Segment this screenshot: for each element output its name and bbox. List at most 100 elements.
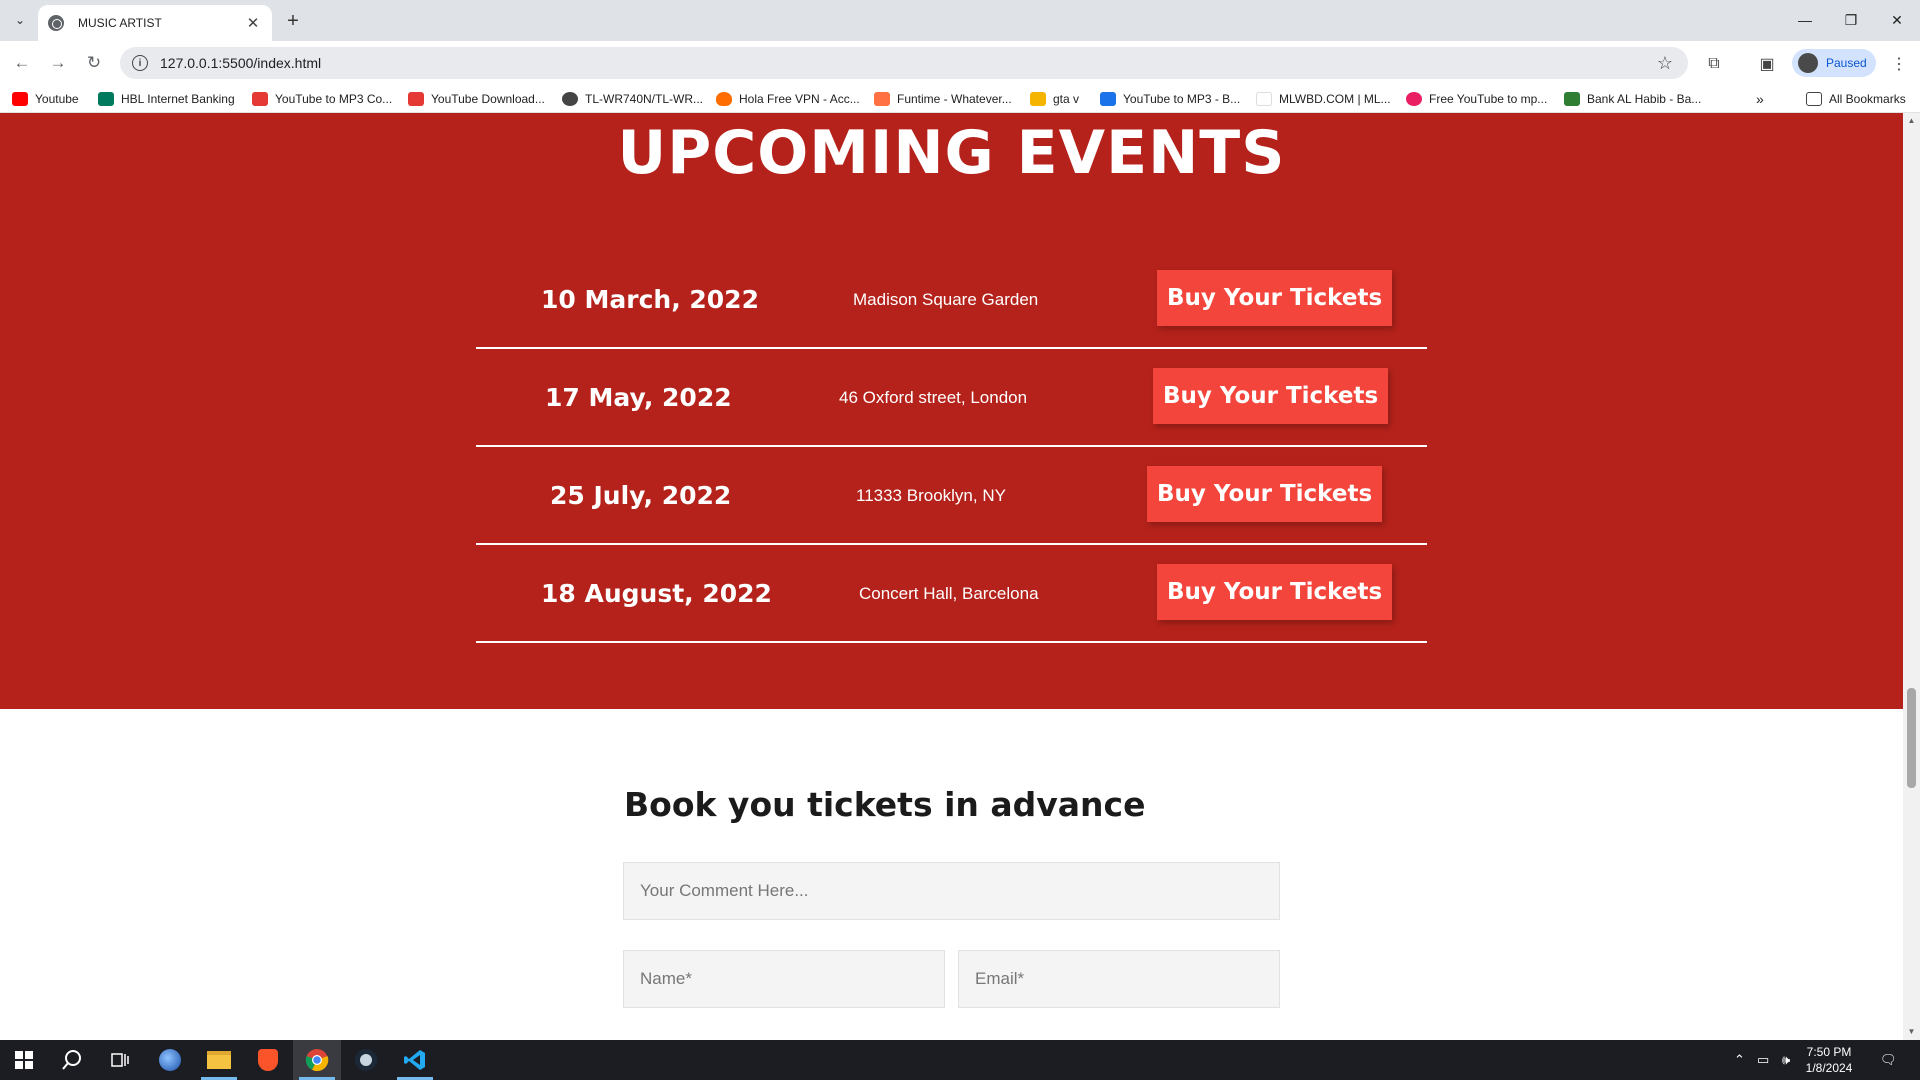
search-button[interactable] <box>48 1040 96 1080</box>
browser-tab[interactable]: MUSIC ARTIST ✕ <box>38 5 272 41</box>
browser-menu-icon[interactable]: ⋮ <box>1888 53 1910 75</box>
chrome-icon <box>305 1049 329 1072</box>
event-venue: 46 Oxford street, London <box>839 388 1028 407</box>
taskbar-app[interactable] <box>146 1040 194 1080</box>
globe-icon <box>562 92 578 106</box>
taskbar-file-explorer[interactable] <box>195 1040 243 1080</box>
scroll-down-arrow-icon[interactable]: ▼ <box>1903 1024 1920 1040</box>
buy-tickets-button[interactable]: Buy Your Tickets <box>1157 270 1393 326</box>
bookmark-item[interactable]: Funtime - Whatever... <box>874 90 1012 108</box>
flame-icon <box>716 92 732 106</box>
clock-time: 7:50 PM <box>1806 1045 1852 1059</box>
new-tab-button[interactable]: + <box>280 8 306 34</box>
reload-button[interactable]: ↻ <box>80 49 108 77</box>
email-input[interactable] <box>958 950 1280 1008</box>
profile-button[interactable]: Paused <box>1792 49 1876 77</box>
download-icon <box>252 92 268 106</box>
task-view-icon <box>111 1053 129 1067</box>
avatar <box>1798 53 1818 73</box>
download-icon <box>408 92 424 106</box>
upcoming-events-section: UPCOMING EVENTS 10 March, 2022 Madison S… <box>0 113 1903 709</box>
name-input[interactable] <box>623 950 945 1008</box>
bookmark-item[interactable]: MLWBD.COM | ML... <box>1256 90 1391 108</box>
page-scrollbar[interactable]: ▲ ▼ <box>1903 113 1920 1040</box>
bookmark-star-icon[interactable]: ☆ <box>1650 53 1680 74</box>
buy-tickets-button[interactable]: Buy Your Tickets <box>1147 466 1383 522</box>
profile-status: Paused <box>1826 56 1867 70</box>
forward-button[interactable]: → <box>44 49 72 77</box>
buy-tickets-button[interactable]: Buy Your Tickets <box>1153 368 1389 424</box>
section-title: UPCOMING EVENTS <box>617 118 1286 188</box>
extensions-icon[interactable]: ⧉ <box>1703 53 1725 75</box>
bank-icon <box>98 92 114 106</box>
site-info-icon[interactable]: i <box>132 55 148 71</box>
bookmark-item[interactable]: HBL Internet Banking <box>98 90 235 108</box>
back-button[interactable]: ← <box>8 49 36 77</box>
bookmark-item[interactable]: Hola Free VPN - Acc... <box>716 90 860 108</box>
rockstar-icon <box>1030 92 1046 106</box>
notifications-icon[interactable]: 🗨 <box>1880 1040 1897 1080</box>
bookmark-item[interactable]: Bank AL Habib - Ba... <box>1564 90 1701 108</box>
folder-icon <box>1806 92 1822 106</box>
buy-tickets-button[interactable]: Buy Your Tickets <box>1157 564 1393 620</box>
side-panel-icon[interactable]: ▣ <box>1756 53 1778 75</box>
globe-icon <box>48 15 64 31</box>
bookmark-item[interactable]: TL-WR740N/TL-WR... <box>562 90 703 108</box>
restore-button[interactable]: ❐ <box>1828 0 1874 40</box>
bookmark-item[interactable]: gta v <box>1030 90 1079 108</box>
windows-taskbar: ⌃ ▭ 🕪 7:50 PM 1/8/2024 🗨 <box>0 1040 1920 1080</box>
clock-date: 1/8/2024 <box>1805 1061 1853 1075</box>
close-tab-icon[interactable]: ✕ <box>244 14 262 32</box>
vscode-icon <box>404 1050 425 1070</box>
tab-search-chevron-icon[interactable]: ⌄ <box>8 8 32 32</box>
bookmark-item[interactable]: Youtube <box>12 90 79 108</box>
volume-icon[interactable]: 🕪 <box>1782 1040 1790 1080</box>
bookmark-item[interactable]: Free YouTube to mp... <box>1406 90 1547 108</box>
taskbar-chrome[interactable] <box>293 1040 341 1080</box>
event-venue: 11333 Brooklyn, NY <box>856 486 1006 505</box>
system-clock[interactable]: 7:50 PM 1/8/2024 <box>1792 1044 1866 1076</box>
windows-logo-icon <box>15 1051 33 1069</box>
taskbar-steam[interactable] <box>342 1040 390 1080</box>
address-bar[interactable]: i 127.0.0.1:5500/index.html ☆ <box>120 47 1688 79</box>
minimize-button[interactable]: — <box>1782 0 1828 40</box>
bookmark-item[interactable]: YouTube Download... <box>408 90 545 108</box>
funtime-icon <box>874 92 890 106</box>
url-text[interactable]: 127.0.0.1:5500/index.html <box>160 55 1650 71</box>
network-icon[interactable]: ▭ <box>1757 1040 1769 1080</box>
comment-input[interactable] <box>623 862 1280 920</box>
scroll-thumb[interactable] <box>1907 688 1916 788</box>
tab-title: MUSIC ARTIST <box>78 16 162 30</box>
event-row: 25 July, 2022 11333 Brooklyn, NY Buy You… <box>476 447 1427 545</box>
link-icon <box>1406 92 1422 106</box>
task-view-button[interactable] <box>96 1040 144 1080</box>
event-date: 25 July, 2022 <box>550 481 732 510</box>
browser-tab-bar: ⌄ MUSIC ARTIST ✕ + — ❐ ✕ <box>0 0 1920 41</box>
bank-icon <box>1564 92 1580 106</box>
event-date: 18 August, 2022 <box>541 579 772 608</box>
app-orb-icon <box>159 1049 181 1071</box>
bookmark-item[interactable]: YouTube to MP3 Co... <box>252 90 392 108</box>
youtube-icon <box>12 92 28 106</box>
event-row: 17 May, 2022 46 Oxford street, London Bu… <box>476 349 1427 447</box>
booking-title: Book you tickets in advance <box>624 785 1146 824</box>
search-icon <box>62 1050 81 1070</box>
bookmarks-bar: Youtube HBL Internet Banking YouTube to … <box>0 85 1920 113</box>
taskbar-brave[interactable] <box>244 1040 292 1080</box>
download-icon <box>1100 92 1116 106</box>
taskbar-vscode[interactable] <box>391 1040 439 1080</box>
scroll-up-arrow-icon[interactable]: ▲ <box>1903 113 1920 129</box>
bookmark-item[interactable]: YouTube to MP3 - B... <box>1100 90 1240 108</box>
show-hidden-icons[interactable]: ⌃ <box>1734 1040 1745 1080</box>
event-date: 17 May, 2022 <box>545 383 732 412</box>
start-button[interactable] <box>0 1040 48 1080</box>
browser-toolbar: ← → ↻ i 127.0.0.1:5500/index.html ☆ ⧉ ▣ … <box>0 41 1920 85</box>
all-bookmarks-folder[interactable]: All Bookmarks <box>1806 90 1906 108</box>
close-window-button[interactable]: ✕ <box>1874 0 1920 40</box>
folder-icon <box>207 1051 231 1069</box>
blank-page-icon <box>1256 92 1272 106</box>
event-venue: Concert Hall, Barcelona <box>859 584 1039 603</box>
event-date: 10 March, 2022 <box>541 285 759 314</box>
more-bookmarks-icon[interactable]: » <box>1756 90 1764 108</box>
event-row: 18 August, 2022 Concert Hall, Barcelona … <box>476 545 1427 643</box>
